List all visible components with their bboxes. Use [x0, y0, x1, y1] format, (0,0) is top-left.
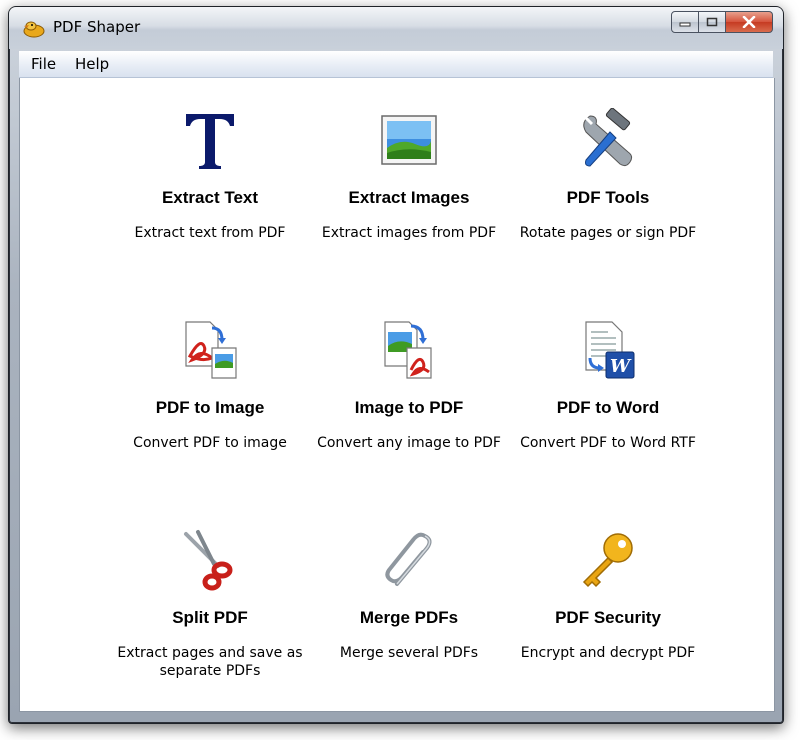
tool-label: Extract Text [161, 188, 259, 207]
menu-help[interactable]: Help [75, 55, 109, 73]
text-t-icon [186, 114, 234, 169]
menu-file[interactable]: File [31, 55, 56, 73]
image-to-pdf-icon [384, 321, 432, 379]
pdf-to-image-icon [185, 321, 237, 379]
tool-description: Rotate pages or sign PDF [519, 225, 697, 241]
tool-label: Extract Images [348, 188, 470, 207]
tool-pdf-to-word[interactable]: W PDF to Word Convert PDF to Word RTF [508, 318, 708, 458]
caption-buttons [671, 11, 773, 33]
tool-description: Extract images from PDF [321, 225, 497, 241]
key-icon [582, 533, 633, 588]
tool-description: Convert PDF to image [133, 435, 287, 451]
picture-icon [381, 115, 437, 165]
paperclip-icon [385, 532, 432, 586]
tool-label: PDF to Image [155, 398, 265, 417]
tool-split-pdf[interactable]: Split PDF Extract pages and save as sepa… [110, 528, 310, 679]
tool-label: Split PDF [172, 608, 248, 627]
tool-merge-pdfs[interactable]: Merge PDFs Merge several PDFs [309, 528, 509, 678]
tool-label: Image to PDF [354, 398, 464, 417]
maximize-icon [706, 17, 718, 27]
minimize-button[interactable] [671, 11, 699, 33]
tool-image-to-pdf[interactable]: Image to PDF Convert any image to PDF [309, 318, 509, 458]
title-bar[interactable]: PDF Shaper [9, 7, 783, 49]
minimize-icon [679, 22, 691, 27]
svg-text:W: W [610, 356, 632, 377]
wrench-hammer-icon [583, 108, 633, 167]
tool-description: Merge several PDFs [339, 645, 479, 661]
scissors-icon [184, 530, 233, 591]
tool-pdf-tools[interactable]: PDF Tools Rotate pages or sign PDF [508, 108, 708, 248]
tool-pdf-security[interactable]: PDF Security Encrypt and decrypt PDF [508, 528, 708, 678]
tool-label: PDF Security [555, 608, 661, 627]
tool-description: Extract pages and save as separate PDFs [117, 645, 303, 679]
app-window: PDF Shaper File Help Extract Text Extrac… [8, 6, 784, 724]
close-button[interactable] [726, 11, 773, 33]
menu-bar: File Help [19, 51, 773, 78]
app-logo-icon[interactable] [21, 17, 47, 39]
tool-label: Merge PDFs [359, 608, 459, 627]
tool-description: Extract text from PDF [134, 225, 286, 241]
pdf-to-word-icon: W [585, 321, 635, 379]
tool-extract-text[interactable]: Extract Text Extract text from PDF [110, 108, 310, 248]
tool-extract-images[interactable]: Extract Images Extract images from PDF [309, 108, 509, 248]
tool-label: PDF to Word [556, 398, 660, 417]
tools-panel: Extract Text Extract text from PDF Extra… [19, 78, 775, 712]
tool-description: Convert PDF to Word RTF [520, 435, 696, 451]
tool-label: PDF Tools [566, 188, 650, 207]
tool-pdf-to-image[interactable]: PDF to Image Convert PDF to image [110, 318, 310, 458]
close-icon [742, 16, 756, 28]
maximize-button[interactable] [699, 11, 726, 33]
window-title: PDF Shaper [53, 18, 141, 36]
tool-description: Convert any image to PDF [317, 435, 501, 451]
tool-description: Encrypt and decrypt PDF [520, 645, 696, 661]
